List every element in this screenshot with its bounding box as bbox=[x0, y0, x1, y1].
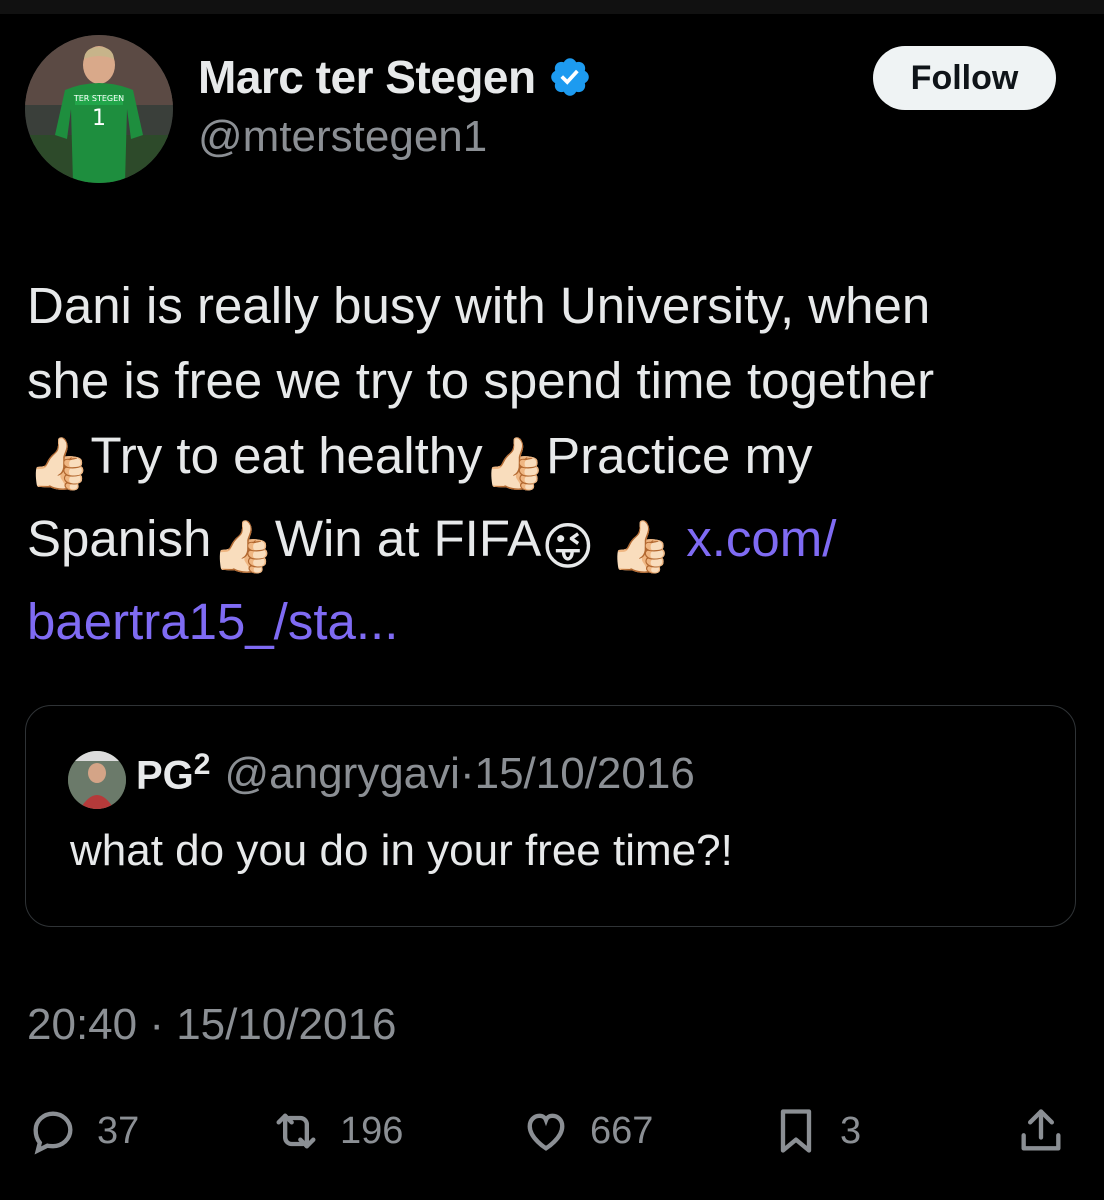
reply-count: 37 bbox=[97, 1109, 140, 1152]
bookmark-button[interactable]: 3 bbox=[770, 1105, 861, 1157]
tweet-segment-practice: Practice my bbox=[546, 427, 813, 484]
follow-button[interactable]: Follow bbox=[873, 46, 1056, 110]
quote-text: what do you do in your free time?! bbox=[70, 826, 733, 875]
top-bar bbox=[0, 0, 1104, 14]
reply-icon bbox=[33, 1111, 73, 1155]
tweet-line-2: she is free we try to spend time togethe… bbox=[27, 352, 935, 409]
quote-separator: · bbox=[459, 749, 475, 799]
bookmark-icon bbox=[780, 1109, 812, 1153]
tweet-segment-fifa: Win at FIFA bbox=[274, 510, 542, 567]
like-count: 667 bbox=[590, 1109, 654, 1152]
share-button[interactable] bbox=[1015, 1105, 1067, 1157]
svg-text:1: 1 bbox=[92, 106, 106, 131]
retweet-count: 196 bbox=[340, 1109, 404, 1152]
quoted-tweet[interactable]: PG2 @angrygavi·15/10/2016 what do you do… bbox=[25, 705, 1076, 927]
thumbs-up-icon: 👍🏻 bbox=[482, 435, 547, 492]
verified-badge-icon bbox=[550, 58, 589, 96]
thumbs-up-icon: 👍🏻 bbox=[211, 518, 275, 575]
tweet-link-part-2[interactable]: baertra15_/sta... bbox=[27, 593, 398, 650]
tweet-segment-eat: Try to eat healthy bbox=[90, 427, 483, 484]
tweet-line-1: Dani is really busy with University, whe… bbox=[27, 277, 931, 334]
quote-handle-text: @angrygavi bbox=[224, 749, 460, 799]
quote-name-sup: 2 bbox=[193, 748, 211, 781]
bookmark-count: 3 bbox=[840, 1109, 862, 1152]
like-button[interactable]: 667 bbox=[520, 1105, 653, 1157]
thumbs-up-icon: 👍🏻 bbox=[27, 435, 91, 492]
quote-handle[interactable]: @angrygavi·15/10/2016 bbox=[224, 749, 694, 799]
quote-header: PG2 @angrygavi·15/10/2016 bbox=[136, 748, 695, 799]
wink-tongue-icon: 😜 bbox=[541, 518, 595, 575]
author-handle[interactable]: @mterstegen1 bbox=[198, 112, 487, 162]
quote-date: 15/10/2016 bbox=[474, 749, 695, 799]
thumbs-up-icon: 👍🏻 bbox=[608, 518, 673, 575]
tweet-link-part-1[interactable]: x.com/ bbox=[686, 510, 836, 567]
retweet-button[interactable]: 196 bbox=[270, 1105, 403, 1157]
quote-author-name[interactable]: PG2 bbox=[136, 748, 210, 798]
author-name[interactable]: Marc ter Stegen bbox=[198, 50, 536, 104]
svg-text:TER STEGEN: TER STEGEN bbox=[73, 94, 124, 103]
author-avatar[interactable]: 1 TER STEGEN bbox=[25, 35, 173, 183]
action-bar: 37 196 667 3 bbox=[0, 1100, 1104, 1170]
heart-icon bbox=[527, 1113, 565, 1151]
reply-button[interactable]: 37 bbox=[27, 1105, 139, 1157]
author-name-row: Marc ter Stegen bbox=[198, 50, 592, 104]
share-icon bbox=[1021, 1109, 1061, 1151]
tweet-segment-spanish: Spanish bbox=[27, 510, 212, 567]
quote-avatar[interactable] bbox=[68, 751, 126, 809]
tweet-timestamp[interactable]: 20:40 · 15/10/2016 bbox=[27, 1000, 396, 1050]
retweet-icon bbox=[276, 1113, 316, 1149]
quote-name-text: PG bbox=[136, 753, 194, 798]
tweet-text: Dani is really busy with University, whe… bbox=[27, 268, 1077, 659]
